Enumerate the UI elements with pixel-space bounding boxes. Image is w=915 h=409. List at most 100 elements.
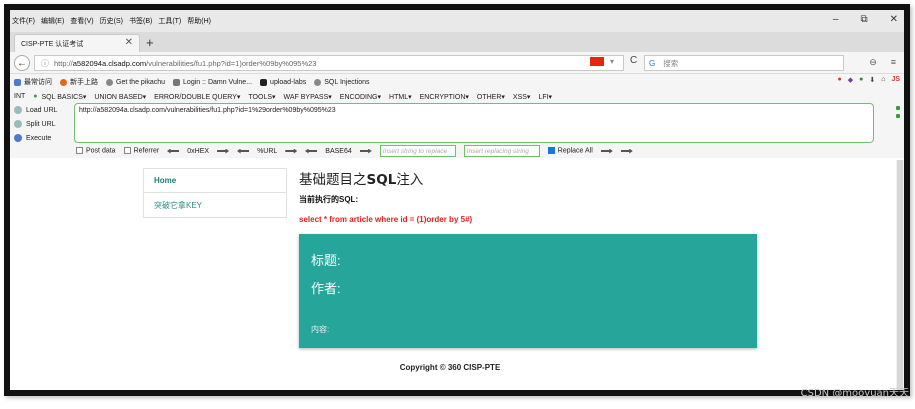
article-card: 标题: 作者: 内容: xyxy=(299,234,757,348)
hackbar-actions: Load URL Split URL Execute xyxy=(14,103,74,145)
hackbar-menu-tools[interactable]: TOOLS▾ xyxy=(248,93,275,101)
hackbar-menu-xss[interactable]: XSS▾ xyxy=(513,93,531,101)
menu-help[interactable]: 帮助(H) xyxy=(187,16,211,26)
url-decode-arrow-icon[interactable] xyxy=(237,149,249,154)
bookmark-most-visited[interactable]: 最常访问 xyxy=(14,77,52,87)
search-input[interactable]: G 搜索 xyxy=(644,55,844,71)
bookmark-sql-injections[interactable]: SQL Injections xyxy=(314,78,370,86)
vertical-scrollbar[interactable] xyxy=(896,160,904,390)
main-panel: 基础题目之SQL注入 当前执行的SQL: select * from artic… xyxy=(299,168,759,348)
base64-label: BASE64 xyxy=(325,147,352,155)
referrer-checkbox[interactable]: Referrer xyxy=(123,147,159,155)
reload-button[interactable]: C xyxy=(630,55,637,66)
minimize-button[interactable]: – xyxy=(833,14,839,25)
checkbox-icon xyxy=(76,147,83,155)
hackbar-menu-html[interactable]: HTML▾ xyxy=(389,93,412,101)
tab-strip: CISP-PTE 认证考试 ✕ + xyxy=(10,32,904,52)
article-author-label: 作者: xyxy=(311,281,341,296)
hackbar-menu-error-double-query[interactable]: ERROR/DOUBLE QUERY▾ xyxy=(154,93,240,101)
extension-icon-green[interactable]: ● xyxy=(859,76,863,84)
menu-edit[interactable]: 编辑(E) xyxy=(41,16,64,26)
bookmark-getting-started[interactable]: 新手上路 xyxy=(60,77,98,87)
hackbar-menu-lfi[interactable]: LFI▾ xyxy=(538,93,552,101)
hackbar-menu: INT ● SQL BASICS▾ UNION BASED▾ ERROR/DOU… xyxy=(10,90,904,103)
new-tab-button[interactable]: + xyxy=(146,35,154,50)
globe-icon xyxy=(314,78,322,86)
extension-icon-purple[interactable]: ◆ xyxy=(848,76,853,84)
bookmark-upload-labs[interactable]: upload-labs xyxy=(260,78,306,86)
page-footer: Copyright © 360 CISP-PTE xyxy=(399,363,501,372)
base64-decode-arrow-icon[interactable] xyxy=(305,149,317,154)
sql-query-text: select * from article where id = (1)orde… xyxy=(299,215,473,224)
hackbar-menu-encryption[interactable]: ENCRYPTION▾ xyxy=(420,93,469,101)
url-encode-arrow-icon[interactable] xyxy=(285,148,298,154)
js-icon[interactable]: JS xyxy=(891,76,900,84)
hamburger-menu-icon[interactable]: ≡ xyxy=(891,57,896,68)
page-title: 基础题目之SQL注入 xyxy=(299,172,424,188)
tab-close-icon[interactable]: ✕ xyxy=(125,37,133,48)
hackbar-resize-handle[interactable] xyxy=(896,106,900,110)
hackbar-side-handles xyxy=(896,106,900,118)
home-icon[interactable]: ⌂ xyxy=(881,76,885,84)
addon-icon[interactable]: ⊖ xyxy=(869,57,877,68)
address-bar[interactable]: ⓘ http:// a582094a.clsadp.com /vulnerabi… xyxy=(34,55,624,71)
site-info-icon[interactable]: ⓘ xyxy=(41,58,49,69)
hex-encode-arrow-icon[interactable] xyxy=(217,148,230,154)
replace-arrow-icon[interactable] xyxy=(600,148,613,154)
hex-decode-arrow-icon[interactable] xyxy=(167,149,179,154)
firefox-icon xyxy=(60,78,67,86)
load-url-button[interactable]: Load URL xyxy=(14,103,74,117)
search-engine-icon[interactable]: G xyxy=(649,59,655,68)
globe-icon xyxy=(106,78,113,86)
page-content: Home 突破它拿KEY 基础题目之SQL注入 当前执行的SQL: select… xyxy=(10,160,904,390)
hackbar-menu-sql-basics[interactable]: SQL BASICS▾ xyxy=(42,93,87,101)
hackbar-status-icon: ● xyxy=(33,93,38,100)
menu-tools[interactable]: 工具(T) xyxy=(158,16,181,26)
hackbar-menu-other[interactable]: OTHER▾ xyxy=(477,93,505,101)
hackbar-type-select[interactable]: INT xyxy=(14,93,25,100)
post-data-checkbox[interactable]: Post data xyxy=(76,147,116,155)
china-flag-icon[interactable] xyxy=(590,57,604,66)
back-button[interactable]: ← xyxy=(14,55,30,71)
url-dropdown-icon[interactable]: ▾ xyxy=(610,57,614,66)
search-placeholder: 搜索 xyxy=(663,58,679,68)
base64-encode-arrow-icon[interactable] xyxy=(359,148,372,154)
sidebar-item-get-key[interactable]: 突破它拿KEY xyxy=(143,193,287,218)
extension-icon-red[interactable]: ● xyxy=(837,76,841,84)
checkbox-checked-icon xyxy=(547,147,555,155)
csdn-watermark: CSDN @mooyuan天天 xyxy=(800,388,909,399)
hackbar-menu-encoding[interactable]: ENCODING▾ xyxy=(340,93,381,101)
menu-bookmarks[interactable]: 书签(B) xyxy=(129,16,152,26)
hackbar-url-textarea[interactable]: http://a582094a.clsadp.com/vulnerabiliti… xyxy=(74,103,874,143)
current-sql-label: 当前执行的SQL: xyxy=(299,195,359,204)
replace-back-arrow-icon[interactable] xyxy=(620,148,633,154)
split-url-button[interactable]: Split URL xyxy=(14,117,74,131)
hackbar-resize-handle[interactable] xyxy=(896,114,900,118)
sidebar-item-home[interactable]: Home xyxy=(143,168,287,193)
menu-history[interactable]: 历史(S) xyxy=(100,16,123,26)
bookmark-pikachu[interactable]: Get the pikachu xyxy=(106,78,165,86)
load-url-icon xyxy=(14,106,22,114)
article-content-label: 内容: xyxy=(311,325,330,334)
execute-button[interactable]: Execute xyxy=(14,131,74,145)
execute-icon xyxy=(14,134,22,142)
close-window-button[interactable]: ✕ xyxy=(890,14,898,25)
replace-all-checkbox[interactable]: Replace All xyxy=(547,147,593,155)
menu-bar: 文件(F) 编辑(E) 查看(V) 历史(S) 书签(B) 工具(T) 帮助(H… xyxy=(10,10,904,32)
hackbar-menu-union-based[interactable]: UNION BASED▾ xyxy=(94,93,146,101)
restore-button[interactable]: ⧉ xyxy=(860,14,867,25)
scrollbar-thumb[interactable] xyxy=(897,160,903,390)
hackbar-menu-waf-bypass[interactable]: WAF BYPASS▾ xyxy=(284,93,332,101)
split-url-icon xyxy=(14,120,22,128)
replace-string-input[interactable]: Insert string to replace xyxy=(379,145,456,157)
menu-file[interactable]: 文件(F) xyxy=(12,16,35,26)
replacing-string-input[interactable]: Insert replacing string xyxy=(463,145,540,157)
sidebar: Home 突破它拿KEY xyxy=(143,168,287,218)
download-icon[interactable]: ⬇ xyxy=(869,76,875,84)
menu-view[interactable]: 查看(V) xyxy=(70,16,93,26)
tab-cisp-pte[interactable]: CISP-PTE 认证考试 ✕ xyxy=(14,34,140,52)
url-path: /vulnerabilities/fu1.php?id=1)order%09by… xyxy=(146,58,317,68)
upload-labs-icon xyxy=(260,78,268,86)
bookmarks-bar: 最常访问 新手上路 Get the pikachu Login :: Damn … xyxy=(10,74,904,90)
bookmark-dvwa[interactable]: Login :: Damn Vulne... xyxy=(173,78,252,86)
